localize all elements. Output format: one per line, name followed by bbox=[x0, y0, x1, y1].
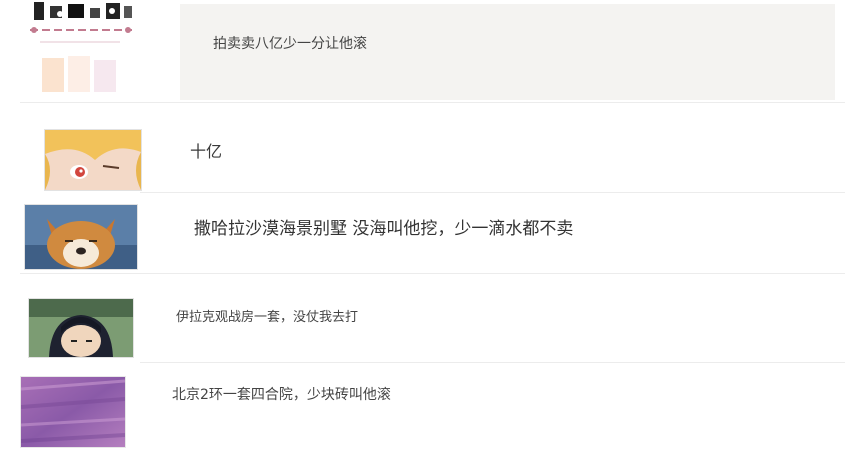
comment-row: 撒哈拉沙漠海景别墅 没海叫他挖，少一滴水都不卖 bbox=[0, 194, 868, 274]
comment-row: 拍卖卖八亿少一分让他滚 bbox=[0, 0, 868, 102]
comment-text: 撒哈拉沙漠海景别墅 没海叫他挖，少一滴水都不卖 bbox=[194, 219, 574, 239]
comment-text: 拍卖卖八亿少一分让他滚 bbox=[213, 36, 367, 52]
comment-text: 伊拉克观战房一套，没仗我去打 bbox=[176, 310, 359, 325]
row-divider bbox=[20, 102, 845, 103]
purple-texture-avatar-icon[interactable] bbox=[20, 376, 126, 448]
row-divider bbox=[20, 273, 845, 274]
comment-row: 十亿 bbox=[0, 104, 868, 194]
shiba-dog-avatar-icon[interactable] bbox=[24, 204, 138, 270]
decorative-ornament-avatar-icon[interactable] bbox=[20, 0, 140, 100]
anime-dark-hair-boy-avatar-icon[interactable] bbox=[28, 298, 134, 358]
comment-text: 十亿 bbox=[190, 142, 223, 161]
comment-row: 伊拉克观战房一套，没仗我去打 bbox=[0, 276, 868, 362]
row-divider bbox=[140, 362, 845, 363]
row-divider bbox=[140, 192, 845, 193]
anime-blonde-girl-avatar-icon[interactable] bbox=[44, 129, 142, 191]
comment-text: 北京2环一套四合院，少块砖叫他滚 bbox=[172, 387, 391, 403]
comment-row: 北京2环一套四合院，少块砖叫他滚 bbox=[0, 364, 868, 449]
